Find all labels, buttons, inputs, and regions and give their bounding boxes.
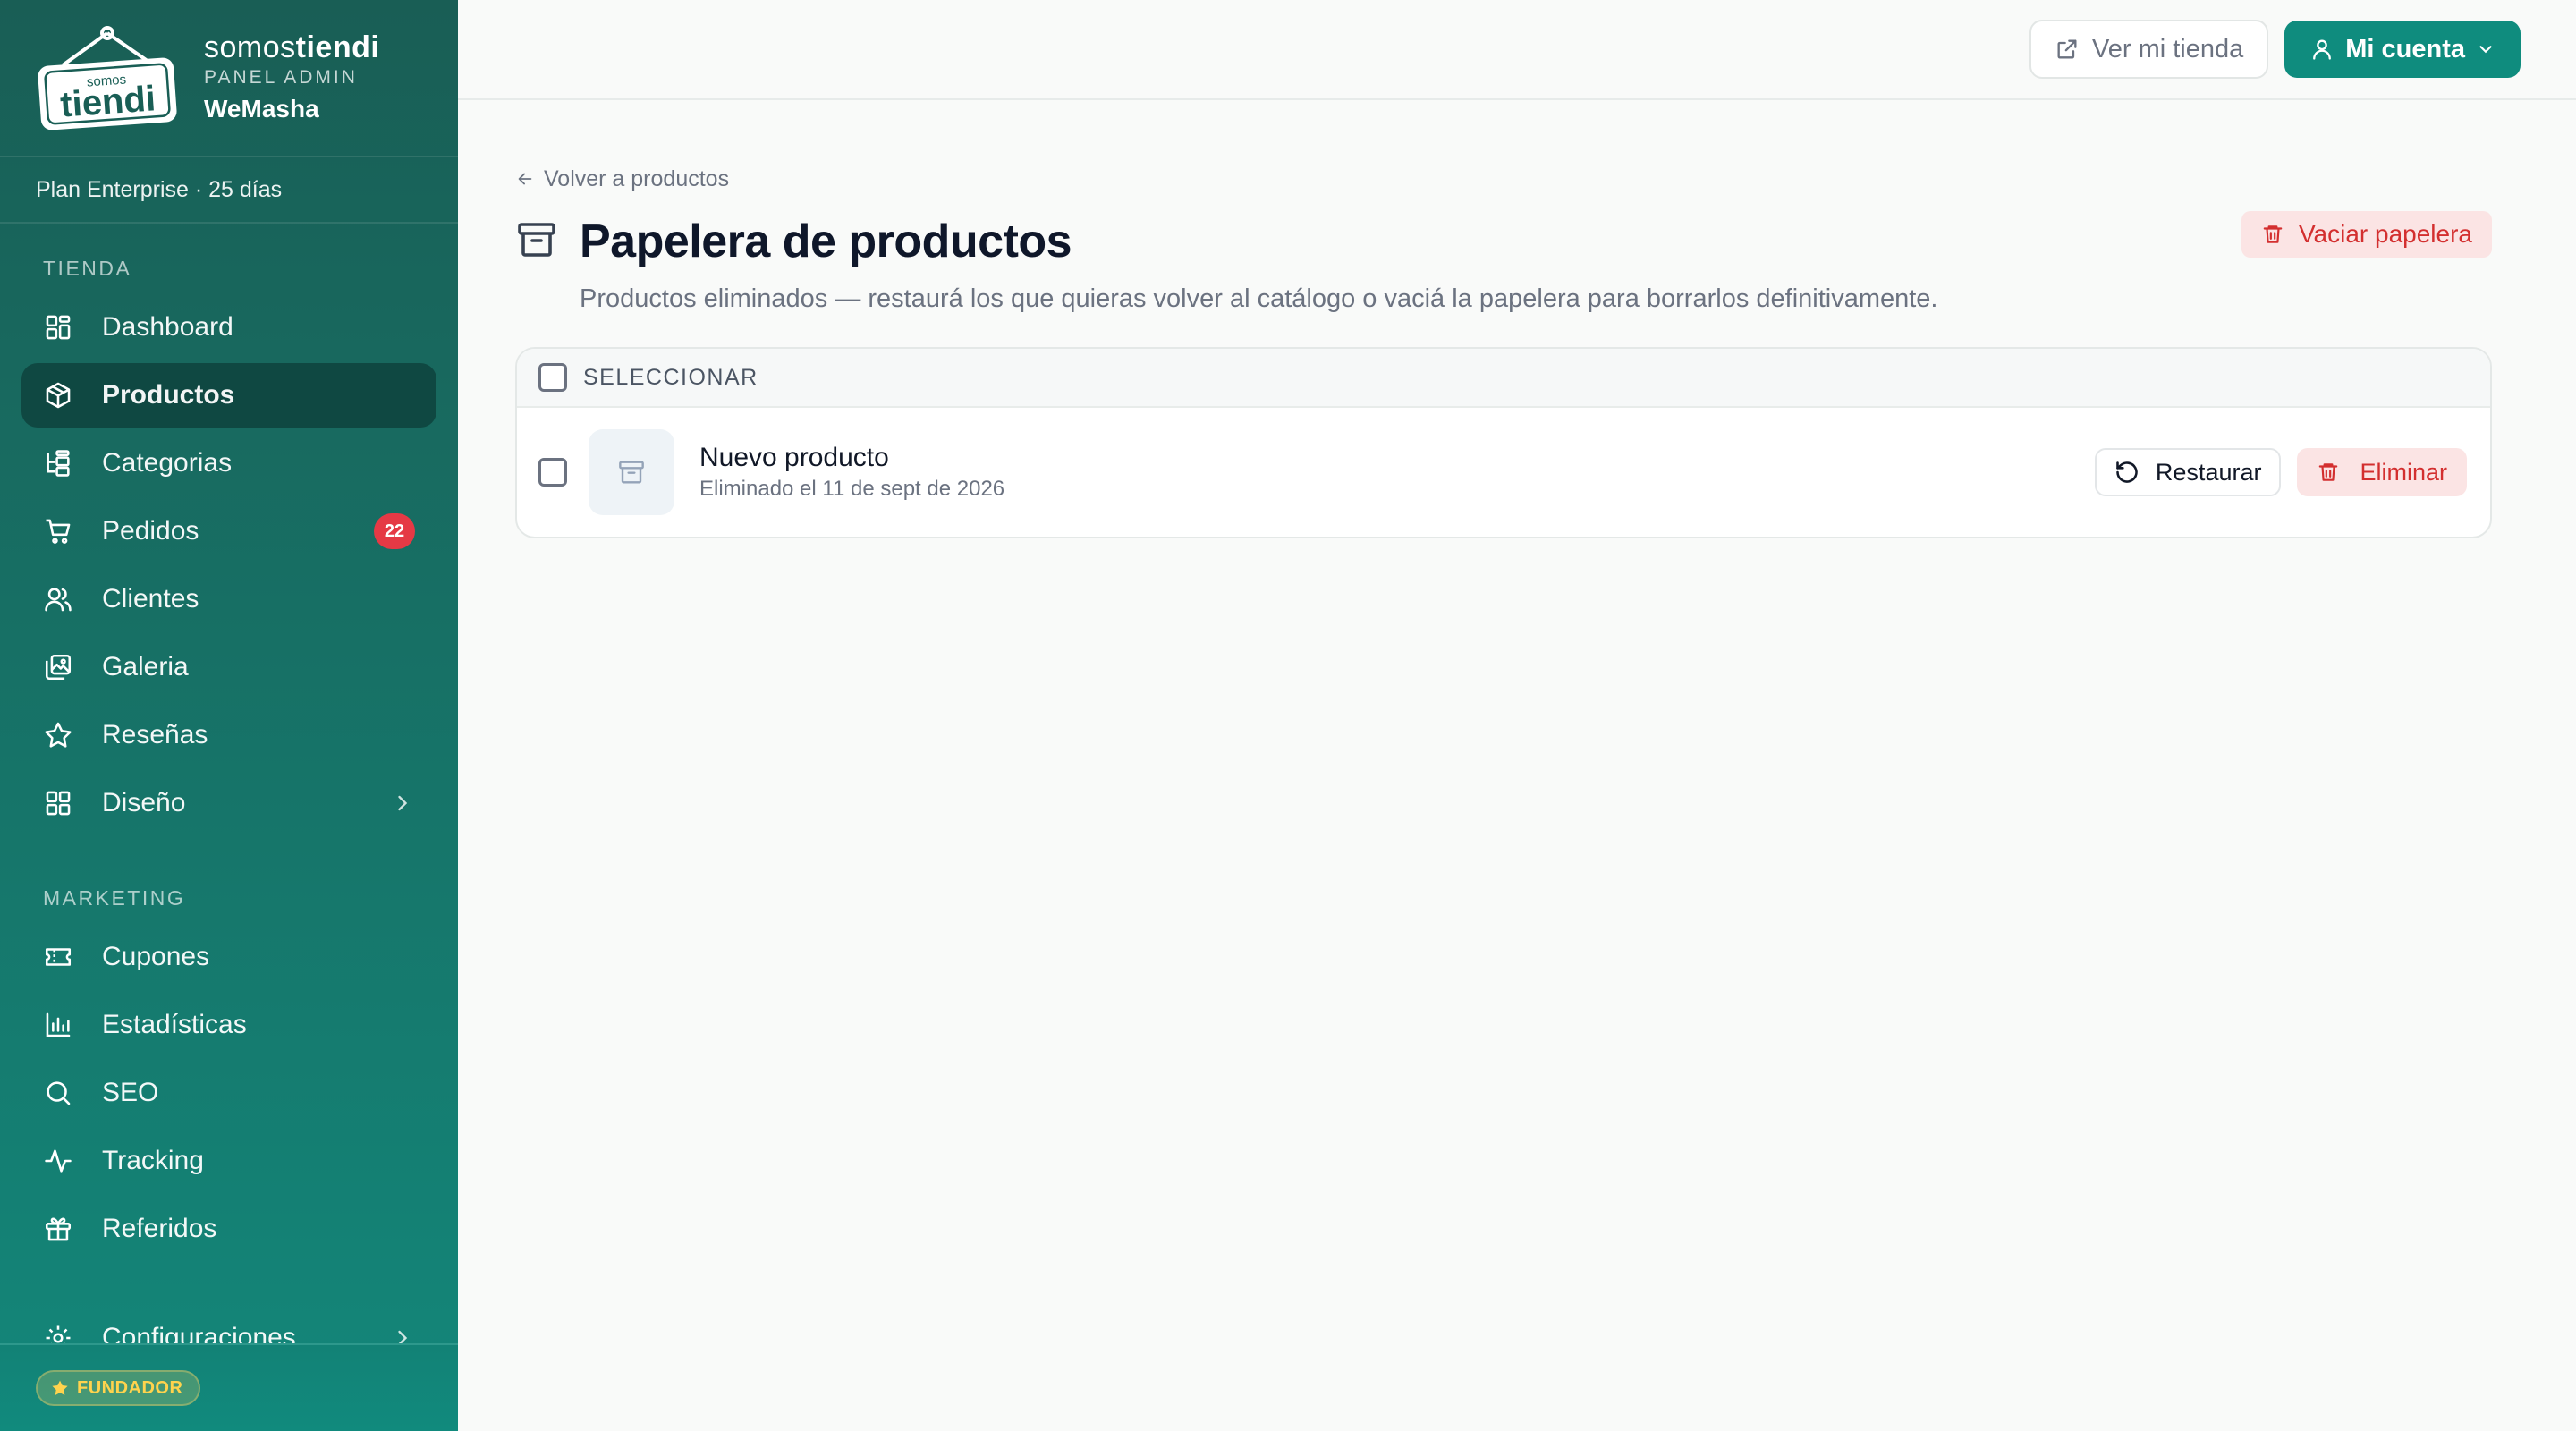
archive-icon [518,223,555,257]
sidebar-item-galeria[interactable]: Galeria [21,635,436,699]
sidebar-item-estadisticas[interactable]: Estadísticas [21,993,436,1057]
sidebar-item-pedidos[interactable]: Pedidos 22 [21,499,436,563]
trash-list: SELECCIONAR Nuevo producto Eliminado el … [515,347,2492,538]
orders-count-badge: 22 [374,513,415,549]
section-label-marketing: MARKETING [43,886,186,910]
page-subtitle: Productos eliminados — restaurá los que … [580,284,1938,313]
empty-trash-label: Vaciar papelera [2298,220,2472,248]
box-icon [46,382,71,409]
sidebar-item-label: Categorias [102,448,233,478]
ticket-icon [45,948,72,966]
back-to-products-link[interactable]: Volver a productos [515,165,2492,193]
restore-button[interactable]: Restaurar [2094,448,2282,496]
view-store-button[interactable]: Ver mi tienda [2029,20,2269,79]
nav-tienda: Dashboard Productos Categorias Pedidos 2… [0,295,458,835]
users-icon [45,588,72,612]
back-link-label: Volver a productos [544,165,730,191]
brand-name-regular: somos [204,30,296,64]
brand-name: somostiendi [204,30,379,64]
chevron-down-icon [2479,46,2492,54]
grid-icon [46,315,71,340]
empty-trash-button[interactable]: Vaciar papelera [2241,211,2492,258]
sidebar-item-label: Reseñas [102,720,208,749]
somostiendi-logo[interactable]: somos tiendi [36,26,179,130]
layout-icon [46,791,71,816]
sidebar-item-label: Dashboard [102,312,233,342]
plan-info: Plan Enterprise · 25 días [0,157,458,224]
sidebar-item-productos[interactable]: Productos [21,363,436,428]
sidebar: somos tiendi somostiendi PANEL ADMIN WeM… [0,0,458,1431]
search-icon [47,1081,71,1105]
user-icon [2313,39,2332,60]
list-header: SELECCIONAR [517,349,2490,408]
images-icon [45,654,72,681]
sidebar-item-label: Cupones [102,942,210,971]
rotate-ccw-icon [2116,461,2138,483]
restore-label: Restaurar [2155,458,2262,486]
main-content: Volver a productos Papelera de productos… [515,100,2492,538]
sidebar-item-label: Tracking [102,1146,204,1175]
select-all-label: SELECCIONAR [583,364,758,390]
account-menu-button[interactable]: Mi cuenta [2284,21,2521,78]
brand-name-bold: tiendi [295,30,380,64]
title-row: Papelera de productos Productos eliminad… [515,211,2492,317]
sidebar-item-dashboard[interactable]: Dashboard [21,295,436,360]
sidebar-item-categorias[interactable]: Categorias [21,431,436,495]
sidebar-item-tracking[interactable]: Tracking [21,1129,436,1193]
nav-marketing: Cupones Estadísticas SEO Tracking Referi… [0,925,458,1261]
topbar: Ver mi tienda Mi cuenta [458,0,2576,100]
sidebar-footer: FUNDADOR [0,1343,458,1431]
brand-header: somos tiendi somostiendi PANEL ADMIN WeM… [0,0,458,157]
list-item: Nuevo producto Eliminado el 11 de sept d… [517,408,2490,537]
star-icon [45,722,72,748]
sidebar-item-resenas[interactable]: Reseñas [21,703,436,767]
founder-badge-label: FUNDADOR [77,1377,183,1398]
gift-icon [45,1217,72,1241]
sidebar-item-label: Referidos [102,1214,217,1243]
item-checkbox[interactable] [538,458,567,487]
page-title: Papelera de productos [580,216,1072,267]
store-name: WeMasha [204,95,319,123]
activity-icon [45,1149,72,1173]
sidebar-item-label: Pedidos [102,516,199,546]
external-link-icon [2057,39,2077,59]
delete-button[interactable]: Eliminar [2297,448,2467,496]
select-all-checkbox[interactable] [538,363,567,392]
cart-icon [46,519,71,544]
founder-badge: FUNDADOR [36,1370,201,1406]
trash-icon [2263,225,2283,243]
account-label: Mi cuenta [2345,34,2465,64]
product-thumbnail [589,429,674,515]
view-store-label: Ver mi tienda [2091,34,2244,64]
logo-big-text: tiendi [59,79,157,124]
bar-chart-icon [46,1012,71,1037]
sidebar-item-label: SEO [102,1078,159,1107]
sidebar-item-label: Clientes [102,584,199,614]
sidebar-item-seo[interactable]: SEO [21,1061,436,1125]
panel-subtitle: PANEL ADMIN [204,67,358,88]
sidebar-item-label: Diseño [102,788,186,817]
archive-icon [619,461,644,484]
sidebar-item-referidos[interactable]: Referidos [21,1197,436,1261]
deleted-date: Eliminado el 11 de sept de 2026 [699,477,1005,501]
sidebar-item-diseno[interactable]: Diseño [21,771,436,835]
chevron-right-icon [398,795,408,811]
sidebar-item-label: Galeria [102,652,189,682]
sidebar-item-cupones[interactable]: Cupones [21,925,436,989]
delete-label: Eliminar [2360,458,2447,486]
trash-icon [2319,463,2338,481]
sidebar-item-clientes[interactable]: Clientes [21,567,436,631]
tree-icon [47,450,70,477]
product-name: Nuevo producto [699,443,889,472]
sidebar-item-label: Estadísticas [102,1010,247,1039]
star-icon [52,1380,68,1395]
sidebar-item-label: Productos [102,380,235,410]
arrow-left-icon [518,173,532,185]
section-label-tienda: TIENDA [43,257,132,280]
